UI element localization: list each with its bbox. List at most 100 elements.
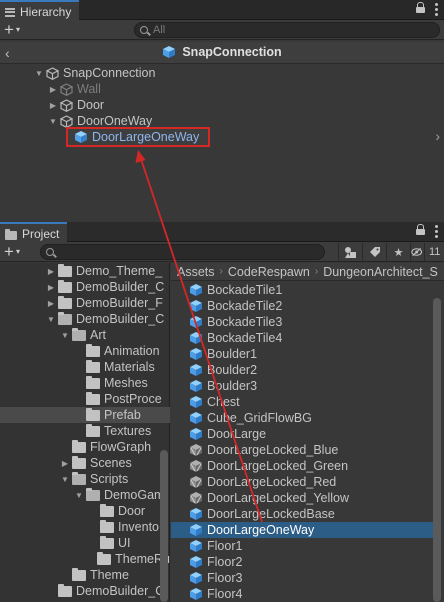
folder-tree-item[interactable]: Theme [0,567,170,583]
folder-tree-item[interactable]: Materials [0,359,170,375]
collapse-arrow-icon[interactable]: ▶ [60,459,70,468]
project-toolbar: + ▾ ★ 11 [0,242,444,262]
more-menu-icon[interactable] [435,224,438,238]
hidden-packages-toggle[interactable]: 11 [410,243,444,261]
folder-tree-item[interactable]: DemoBuilder_C [0,583,170,599]
folder-tree-item[interactable]: Meshes [0,375,170,391]
collapse-arrow-icon[interactable]: ▶ [46,299,56,308]
gameobject-icon [60,114,73,128]
hierarchy-row-root[interactable]: ▼ SnapConnection [0,65,444,81]
hierarchy-search-input[interactable]: All [134,22,440,38]
create-dropdown-button[interactable]: + ▾ [4,21,20,38]
search-icon [46,248,54,256]
prefab-variant-icon [189,443,203,457]
folder-label: DemoGam [104,488,165,502]
eye-slash-icon [411,247,423,257]
folder-tree-item[interactable]: ▶ DemoBuilder_C [0,279,170,295]
search-by-type-icon[interactable] [338,243,362,261]
folder-label: FlowGraph [90,440,152,454]
folder-icon [86,359,100,373]
asset-list-item[interactable]: DoorLargeOneWay [171,522,433,538]
folder-icon [86,487,100,501]
folder-tree-item[interactable]: UI [0,535,170,551]
more-menu-icon[interactable] [435,2,438,16]
folder-tree-item[interactable]: Invento [0,519,170,535]
asset-list-item[interactable]: Boulder3 [171,378,433,394]
prefab-cube-icon [190,556,202,568]
expand-arrow-icon[interactable]: ▼ [74,491,84,500]
expand-arrow-icon[interactable]: ▼ [48,117,58,126]
asset-label: Floor1 [207,539,243,553]
folder-tree-item[interactable]: PostProce [0,391,170,407]
asset-list-item[interactable]: Chest [171,394,433,410]
folder-icon [86,391,100,405]
favorites-star-icon[interactable]: ★ [386,243,410,261]
asset-list-item[interactable]: Floor3 [171,570,433,586]
folder-tree-item[interactable]: ▼ Art [0,327,170,343]
tab-hierarchy[interactable]: Hierarchy [0,0,80,21]
expand-arrow-icon[interactable]: ▼ [46,315,56,324]
folder-tree-scrollbar[interactable] [160,450,168,602]
folder-tree-item[interactable]: ▶ Demo_Theme_ [0,263,170,279]
folder-tree-item[interactable]: FlowGraph [0,439,170,455]
file-list-scrollbar[interactable] [433,298,441,602]
folder-tree-item[interactable]: Animation [0,343,170,359]
asset-label: DoorLargeLocked_Green [207,459,349,473]
expand-arrow-icon[interactable]: ▼ [34,69,44,78]
folder-label: Demo_Theme_ [76,264,163,278]
breadcrumb-item[interactable]: CodeRespawn [228,265,310,279]
asset-list-item[interactable]: BockadeTile1 [171,282,433,298]
folder-tree-item[interactable]: ▼ Scripts [0,471,170,487]
search-by-label-icon[interactable] [362,243,386,261]
asset-list-item[interactable]: Boulder1 [171,346,433,362]
folder-tree-item[interactable]: ▶ DemoBuilder_F [0,295,170,311]
collapse-arrow-icon[interactable]: ▶ [48,85,58,94]
asset-list-item[interactable]: BockadeTile4 [171,330,433,346]
asset-list-item[interactable]: Floor1 [171,538,433,554]
asset-list-item[interactable]: DoorLarge [171,426,433,442]
folder-tree-item[interactable]: ThemeRu [0,551,170,567]
folder-label: Scripts [90,472,129,486]
lock-icon[interactable] [416,224,425,235]
breadcrumb-item[interactable]: DungeonArchitect_S [323,265,438,279]
folder-label: Meshes [104,376,148,390]
asset-list-item[interactable]: DoorLargeLocked_Red [171,474,433,490]
asset-list-item[interactable]: BockadeTile3 [171,314,433,330]
folder-label: DemoBuilder_F [76,296,163,310]
open-prefab-chevron-icon[interactable]: › [435,128,440,144]
collapse-arrow-icon[interactable]: ▶ [46,267,56,276]
expand-arrow-icon[interactable]: ▼ [60,331,70,340]
hierarchy-row-wall[interactable]: ▶ Wall [0,81,444,97]
collapse-arrow-icon[interactable]: ▶ [48,101,58,110]
folder-icon [100,535,114,549]
folder-tree-item[interactable]: Door [0,503,170,519]
folder-tree-item[interactable]: Prefab [0,407,170,423]
folder-tree-item[interactable]: Textures [0,423,170,439]
asset-list-item[interactable]: Boulder2 [171,362,433,378]
asset-list-item[interactable]: Floor2 [171,554,433,570]
folder-icon [58,311,72,325]
asset-list-item[interactable]: Cube_GridFlowBG [171,410,433,426]
asset-label: Floor4 [207,587,243,601]
folder-tree-item[interactable]: ▶ Scenes [0,455,170,471]
lock-icon[interactable] [416,2,425,13]
asset-list-item[interactable]: DoorLargeLocked_Green [171,458,433,474]
collapse-arrow-icon[interactable]: ▶ [46,283,56,292]
asset-list-item[interactable]: Floor4 [171,586,433,602]
tab-project[interactable]: Project [0,222,68,243]
asset-list-item[interactable]: DoorLargeLockedBase [171,506,433,522]
folder-label: DemoBuilder_C [76,280,165,294]
asset-label: Boulder3 [207,379,258,393]
asset-list-item[interactable]: BockadeTile2 [171,298,433,314]
asset-list-item[interactable]: DoorLargeLocked_Yellow [171,490,433,506]
hierarchy-row-door[interactable]: ▶ Door [0,97,444,113]
folder-icon [100,519,114,533]
breadcrumb: Assets › CodeRespawn › DungeonArchitect_… [171,263,444,281]
folder-tree-item[interactable]: ▼ DemoGam [0,487,170,503]
create-dropdown-button[interactable]: + ▾ [4,243,20,260]
folder-tree-item[interactable]: ▼ DemoBuilder_C [0,311,170,327]
project-search-input[interactable] [40,244,325,260]
breadcrumb-item[interactable]: Assets [177,265,215,279]
asset-list-item[interactable]: DoorLargeLocked_Blue [171,442,433,458]
expand-arrow-icon[interactable]: ▼ [60,475,70,484]
